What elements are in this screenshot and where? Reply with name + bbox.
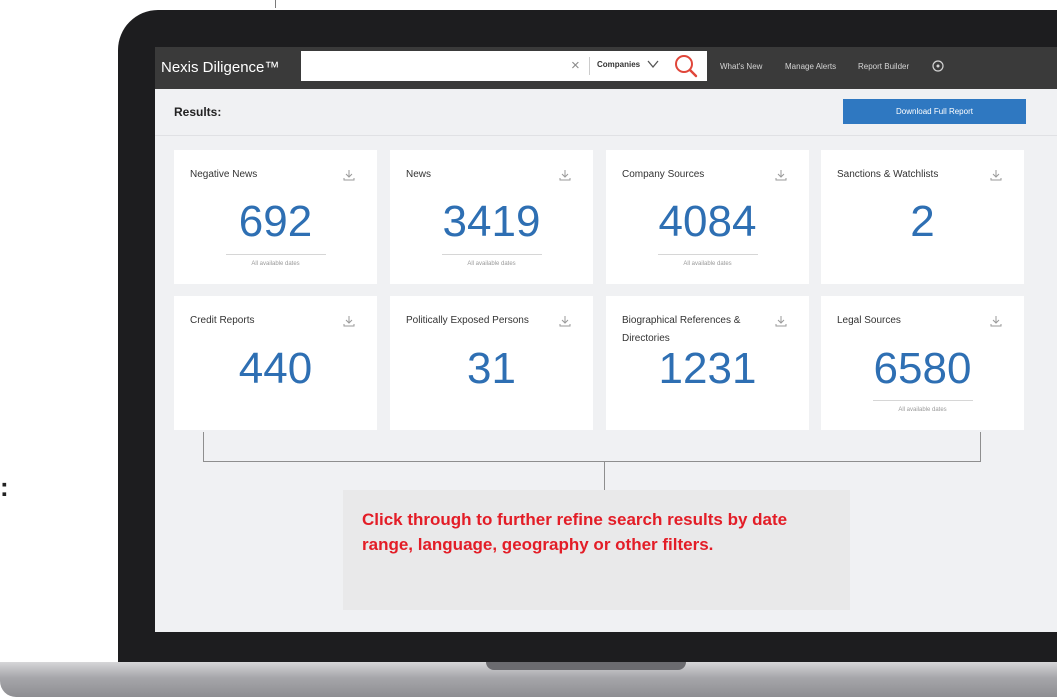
laptop-notch: [486, 662, 686, 670]
header-divider: [155, 135, 1057, 136]
card-title: Negative News: [190, 169, 258, 180]
card-title: Sanctions & Watchlists: [837, 169, 939, 180]
download-icon[interactable]: [559, 314, 571, 332]
card-count: 692: [238, 197, 313, 246]
download-icon[interactable]: [990, 168, 1002, 186]
result-card-company-sources[interactable]: Company Sources 4084 All available dates: [606, 150, 809, 284]
card-count: 3419: [442, 197, 541, 246]
nav-manage-alerts[interactable]: Manage Alerts: [785, 62, 836, 71]
download-full-report-button[interactable]: Download Full Report: [843, 99, 1026, 124]
card-date-range[interactable]: All available dates: [821, 407, 1024, 413]
result-card-sanctions-watchlists[interactable]: Sanctions & Watchlists 2: [821, 150, 1024, 284]
bracket-right: [980, 432, 981, 462]
callout-text: Click through to further refine search r…: [362, 510, 788, 554]
card-divider: [226, 254, 326, 255]
bracket-left: [203, 432, 204, 462]
result-card-negative-news[interactable]: Negative News 692 All available dates: [174, 150, 377, 284]
app-screen: Nexis Diligence™ × Companies What's New …: [155, 47, 1057, 632]
download-icon[interactable]: [775, 168, 787, 186]
download-icon[interactable]: [343, 314, 355, 332]
card-date-range[interactable]: All available dates: [174, 261, 377, 267]
download-icon[interactable]: [775, 314, 787, 332]
close-icon[interactable]: ×: [571, 57, 580, 74]
card-title: Company Sources: [622, 169, 705, 180]
card-count: 6580: [873, 344, 972, 393]
result-card-biographical-references[interactable]: Biographical References & Directories 12…: [606, 296, 809, 430]
card-count: 4084: [658, 197, 757, 246]
brand-logo: Nexis Diligence™: [161, 59, 280, 76]
result-card-politically-exposed-persons[interactable]: Politically Exposed Persons 31: [390, 296, 593, 430]
download-icon[interactable]: [343, 168, 355, 186]
card-divider: [442, 254, 542, 255]
result-card-news[interactable]: News 3419 All available dates: [390, 150, 593, 284]
card-divider: [873, 400, 973, 401]
search-box[interactable]: × Companies: [301, 51, 707, 81]
search-divider: [589, 57, 590, 75]
download-icon[interactable]: [559, 168, 571, 186]
results-title: Results:: [174, 105, 222, 119]
card-count: 2: [910, 197, 935, 246]
result-card-credit-reports[interactable]: Credit Reports 440: [174, 296, 377, 430]
callout-box: Click through to further refine search r…: [343, 490, 850, 610]
chevron-down-icon[interactable]: [646, 57, 660, 76]
card-count: 1231: [658, 344, 757, 393]
bracket-stem: [604, 462, 605, 491]
cable-line: [275, 0, 276, 8]
card-title: Credit Reports: [190, 315, 255, 326]
nav-whats-new[interactable]: What's New: [720, 62, 762, 71]
download-icon[interactable]: [990, 314, 1002, 332]
side-mark: :: [0, 472, 9, 502]
nav-report-builder[interactable]: Report Builder: [858, 62, 909, 71]
card-divider: [658, 254, 758, 255]
card-count: 31: [467, 344, 516, 393]
card-date-range[interactable]: All available dates: [606, 261, 809, 267]
card-date-range[interactable]: All available dates: [390, 261, 593, 267]
bracket-bar: [203, 461, 981, 462]
card-count: 440: [238, 344, 313, 393]
help-icon[interactable]: [931, 59, 945, 78]
top-bar: Nexis Diligence™ × Companies What's New …: [155, 47, 1057, 89]
card-title: Legal Sources: [837, 315, 901, 326]
card-title: Biographical References & Directories: [622, 315, 741, 344]
search-icon[interactable]: [673, 53, 699, 84]
search-type-select[interactable]: Companies: [597, 60, 640, 69]
result-card-legal-sources[interactable]: Legal Sources 6580 All available dates: [821, 296, 1024, 430]
card-title: Politically Exposed Persons: [406, 315, 529, 326]
card-title: News: [406, 169, 432, 180]
